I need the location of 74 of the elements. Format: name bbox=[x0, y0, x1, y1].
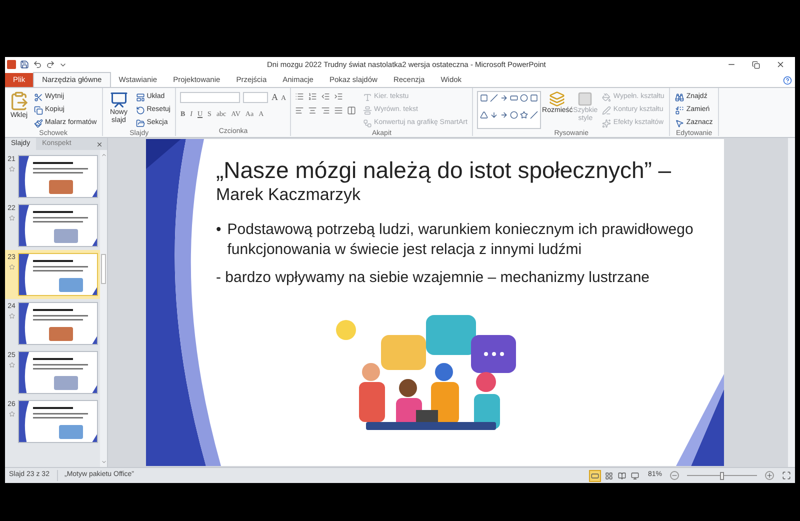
align-center-icon[interactable] bbox=[308, 106, 318, 115]
align-text-icon bbox=[363, 106, 372, 114]
help-icon[interactable] bbox=[783, 76, 792, 85]
save-icon[interactable] bbox=[20, 60, 29, 69]
line-icon bbox=[490, 94, 498, 102]
redo-icon[interactable] bbox=[46, 60, 55, 69]
normal-view-icon bbox=[590, 472, 599, 480]
text-box-icon bbox=[480, 94, 488, 102]
text-direction-icon bbox=[363, 92, 372, 102]
section-icon bbox=[136, 118, 145, 128]
copy-icon bbox=[34, 106, 43, 114]
circle-icon bbox=[510, 111, 518, 119]
undo-icon[interactable] bbox=[33, 60, 42, 69]
smartart-icon bbox=[363, 118, 372, 128]
fit-to-window-icon[interactable] bbox=[782, 471, 791, 480]
format-painter-icon bbox=[34, 118, 43, 128]
reset-icon bbox=[136, 106, 145, 114]
bullet-marker: • bbox=[216, 220, 222, 240]
font-size-field[interactable] bbox=[243, 92, 268, 104]
right-arrow-icon bbox=[500, 111, 508, 119]
reading-view-button[interactable] bbox=[616, 470, 627, 480]
scroll-thumb[interactable] bbox=[101, 254, 106, 284]
increase-indent-icon[interactable] bbox=[334, 92, 344, 101]
monitor-icon bbox=[630, 472, 639, 480]
slide-author: Marek Kaczmarzyk bbox=[216, 184, 362, 206]
new-slide-icon bbox=[110, 91, 128, 109]
layout-icon bbox=[136, 92, 145, 102]
cut-icon bbox=[34, 92, 43, 102]
star-icon bbox=[8, 410, 14, 416]
bullet-text: Podstawową potrzebą ludzi, warunkiem koniecznym ich prawidłowego funkcjonowania w świecie jest relacja z innymi ludźmi bbox=[227, 220, 694, 260]
arrange-icon bbox=[549, 91, 566, 107]
star-icon bbox=[8, 362, 14, 368]
book-icon bbox=[618, 472, 626, 480]
align-left-icon[interactable] bbox=[295, 106, 304, 115]
select-icon bbox=[675, 118, 684, 128]
star-icon bbox=[8, 166, 14, 172]
restore-icon[interactable] bbox=[752, 60, 760, 68]
sorter-view-button[interactable] bbox=[604, 470, 614, 480]
grow-font-button[interactable]: A bbox=[271, 91, 278, 104]
oval-icon bbox=[520, 94, 528, 102]
zoom-thumb[interactable] bbox=[720, 472, 724, 480]
zoom-slider[interactable] bbox=[687, 472, 757, 480]
star-icon bbox=[8, 312, 14, 318]
arrow-icon bbox=[500, 94, 508, 102]
close-icon[interactable] bbox=[96, 140, 103, 148]
shape-fill-icon bbox=[602, 92, 612, 102]
shape-effects-icon bbox=[602, 118, 612, 128]
triangle-icon bbox=[480, 111, 488, 119]
columns-icon[interactable] bbox=[347, 106, 356, 115]
numbering-icon[interactable] bbox=[308, 92, 318, 101]
shapes-gallery[interactable] bbox=[477, 91, 542, 129]
star-icon bbox=[8, 264, 14, 270]
rectangle-icon bbox=[510, 94, 518, 102]
align-right-icon[interactable] bbox=[321, 106, 330, 115]
down-arrow-icon bbox=[490, 111, 498, 119]
slideshow-button[interactable] bbox=[630, 470, 640, 480]
paste-icon bbox=[9, 91, 29, 111]
slide-title: „Nasze mózgi należą do istot społecznych” – bbox=[216, 157, 672, 184]
find-icon bbox=[675, 92, 684, 102]
font-name-field[interactable] bbox=[180, 92, 240, 104]
decrease-indent-icon[interactable] bbox=[321, 92, 330, 101]
star-icon bbox=[8, 214, 14, 220]
normal-view-button[interactable] bbox=[588, 470, 601, 482]
zoom-in-icon[interactable] bbox=[765, 471, 774, 480]
bullet-text: - bardzo wpływamy na siebie wzajemnie – mechanizmy lustrzane bbox=[216, 268, 651, 288]
shape-outline-icon bbox=[602, 106, 612, 114]
app-logo-icon bbox=[7, 60, 16, 69]
grid-icon bbox=[604, 472, 613, 480]
star-icon bbox=[520, 111, 528, 119]
quick-styles-icon bbox=[577, 91, 594, 107]
bullets-icon[interactable] bbox=[295, 92, 304, 101]
justify-icon[interactable] bbox=[334, 106, 344, 115]
close-icon[interactable] bbox=[776, 60, 785, 69]
replace-icon bbox=[675, 106, 684, 114]
